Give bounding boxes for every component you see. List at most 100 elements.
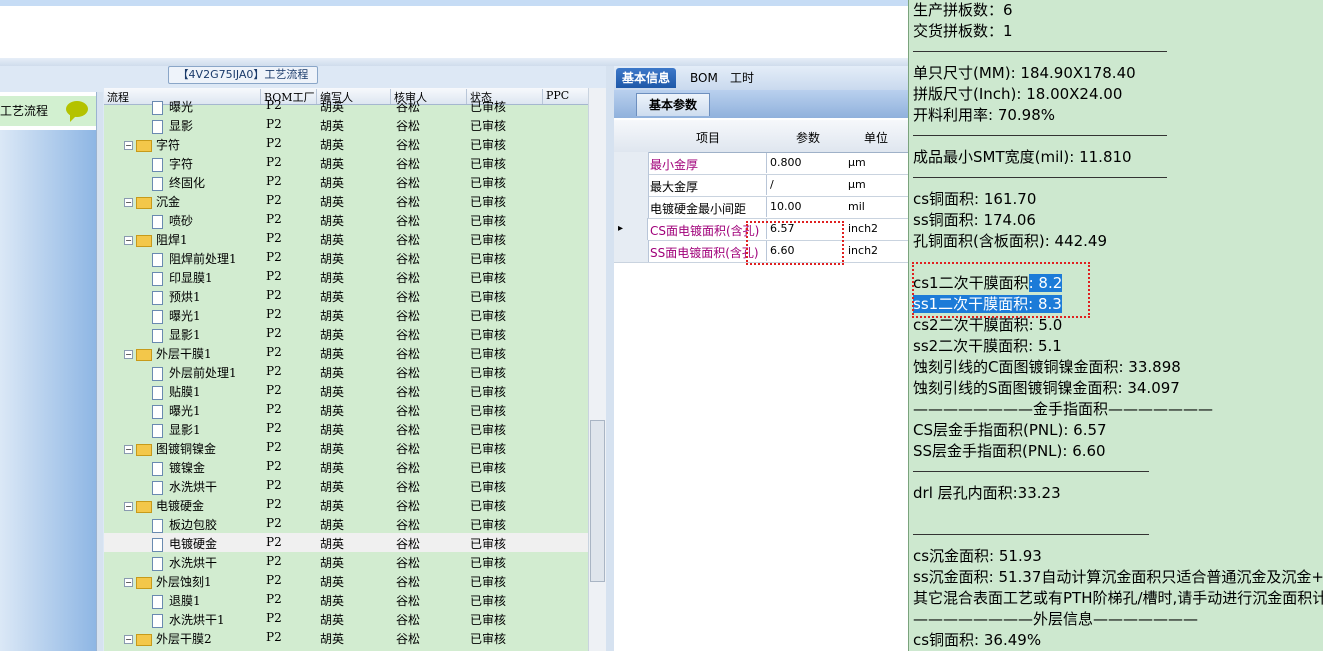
tree-cell-bom: P2	[266, 364, 282, 378]
tree-row-name[interactable]: 退膜1	[152, 592, 201, 609]
param-value-cell[interactable]: 0.800	[766, 153, 845, 173]
vertical-splitter-right[interactable]	[606, 66, 614, 651]
tree-row-name[interactable]: 水洗烘干1	[152, 611, 225, 628]
info-line: 拼版尺寸(Inch): 18.00X24.00	[913, 83, 1122, 104]
chat-bubble-icon[interactable]	[66, 101, 88, 122]
tree-row-name[interactable]: − 阻焊1	[124, 231, 188, 248]
tree-cell-status: 已审核	[470, 480, 507, 494]
tree-row[interactable]: − 外层干膜2 P2 胡英 谷松 已审核	[104, 628, 588, 647]
collapse-icon[interactable]: −	[124, 350, 133, 359]
tree-row[interactable]: 水洗烘干 P2 胡英 谷松 已审核	[104, 476, 588, 495]
collapse-icon[interactable]: −	[124, 198, 133, 207]
tree-scrollbar-thumb[interactable]	[590, 420, 605, 582]
tree-row-name[interactable]: 贴膜1	[152, 383, 201, 400]
tree-row[interactable]: 贴膜1 P2 胡英 谷松 已审核	[104, 381, 588, 400]
tree-row[interactable]: 终固化 P2 胡英 谷松 已审核	[104, 172, 588, 191]
tree-row[interactable]: 曝光 P2 胡英 谷松 已审核	[104, 96, 588, 115]
tree-cell-status: 已审核	[470, 518, 507, 532]
tree-row-name[interactable]: 显影	[152, 117, 193, 134]
tree-cell-reviewer: 谷松	[396, 138, 421, 152]
tree-row[interactable]: 曝光1 P2 胡英 谷松 已审核	[104, 305, 588, 324]
row-selector[interactable]	[614, 196, 649, 218]
row-selector[interactable]	[614, 240, 649, 262]
tree-row[interactable]: − 沉金 P2 胡英 谷松 已审核	[104, 191, 588, 210]
grid-header-value[interactable]: 参数	[796, 129, 820, 146]
tree-row-name[interactable]: − 外层干膜2	[124, 630, 212, 647]
tree-row-name[interactable]: 字符	[152, 155, 193, 172]
tree-row-name[interactable]: − 外层干膜1	[124, 345, 212, 362]
tree-row-name[interactable]: 显影1	[152, 421, 201, 438]
subtab-basic-params[interactable]: 基本参数	[636, 93, 711, 116]
tab-labor-hours[interactable]: 工时	[724, 68, 760, 88]
tree-row[interactable]: 阻焊前处理1 P2 胡英 谷松 已审核	[104, 248, 588, 267]
tree-row[interactable]: 镀镍金 P2 胡英 谷松 已审核	[104, 457, 588, 476]
tree-row-name[interactable]: 显影1	[152, 326, 201, 343]
tree-row[interactable]: 显影1 P2 胡英 谷松 已审核	[104, 324, 588, 343]
tree-row[interactable]: 板边包胶 P2 胡英 谷松 已审核	[104, 514, 588, 533]
row-selector[interactable]	[614, 152, 649, 174]
tree-row[interactable]: 印显膜1 P2 胡英 谷松 已审核	[104, 267, 588, 286]
tree-row-name[interactable]: − 外层蚀刻1	[124, 573, 212, 590]
tree-row[interactable]: 显影 P2 胡英 谷松 已审核	[104, 115, 588, 134]
tree-row[interactable]: − 图镀铜镍金 P2 胡英 谷松 已审核	[104, 438, 588, 457]
row-selector[interactable]	[614, 174, 649, 196]
tree-row[interactable]: 水洗烘干 P2 胡英 谷松 已审核	[104, 552, 588, 571]
tree-row-name[interactable]: 曝光	[152, 98, 193, 115]
tree-row-name[interactable]: 外层前处理1	[152, 364, 237, 381]
tree-cell-writer: 胡英	[320, 404, 345, 418]
tree-row[interactable]: 电镀硬金 P2 胡英 谷松 已审核	[104, 533, 588, 552]
tree-row-name[interactable]: 喷砂	[152, 212, 193, 229]
tree-row[interactable]: 喷砂 P2 胡英 谷松 已审核	[104, 210, 588, 229]
tree-row-name[interactable]: 水洗烘干	[152, 554, 217, 571]
tree-cell-bom: P2	[266, 402, 282, 416]
param-value-cell[interactable]: 10.00	[766, 197, 845, 217]
param-value-cell[interactable]: /	[766, 175, 845, 195]
tree-row-name[interactable]: − 图镀铜镍金	[124, 440, 216, 457]
tree-cell-writer: 胡英	[320, 366, 345, 380]
collapse-icon[interactable]: −	[124, 635, 133, 644]
collapse-icon[interactable]: −	[124, 141, 133, 150]
tree-row[interactable]: 曝光1 P2 胡英 谷松 已审核	[104, 400, 588, 419]
tree-row[interactable]: 外层前处理1 P2 胡英 谷松 已审核	[104, 362, 588, 381]
tree-row[interactable]: − 外层蚀刻1 P2 胡英 谷松 已审核	[104, 571, 588, 590]
document-icon	[152, 271, 163, 286]
collapse-icon[interactable]: −	[124, 578, 133, 587]
tree-row-name[interactable]: 水洗烘干	[152, 478, 217, 495]
row-selector[interactable]: ▸	[614, 218, 648, 240]
tree-row[interactable]: 退膜1 P2 胡英 谷松 已审核	[104, 590, 588, 609]
tree-row-name[interactable]: − 字符	[124, 136, 180, 153]
collapse-icon[interactable]: −	[124, 236, 133, 245]
vertical-splitter-left[interactable]	[97, 92, 103, 651]
tree-row[interactable]: 水洗烘干1 P2 胡英 谷松 已审核	[104, 609, 588, 628]
tree-row-name[interactable]: 电镀硬金	[152, 535, 217, 552]
tree-row-name[interactable]: 预烘1	[152, 288, 201, 305]
tree-row[interactable]: − 阻焊1 P2 胡英 谷松 已审核	[104, 229, 588, 248]
tree-row-name[interactable]: 阻焊前处理1	[152, 250, 237, 267]
tree-row[interactable]: − 电镀硬金 P2 胡英 谷松 已审核	[104, 495, 588, 514]
left-nav-label[interactable]: 工艺流程	[0, 102, 48, 119]
tree-row-name[interactable]: 镀镍金	[152, 459, 205, 476]
collapse-icon[interactable]: −	[124, 445, 133, 454]
tree-row-name[interactable]: − 沉金	[124, 193, 180, 210]
document-icon	[152, 214, 163, 229]
grid-header-unit[interactable]: 单位	[864, 129, 888, 146]
tree-row[interactable]: 预烘1 P2 胡英 谷松 已审核	[104, 286, 588, 305]
tree-row-label: 印显膜1	[169, 271, 213, 285]
tab-basic-info[interactable]: 基本信息	[616, 68, 677, 88]
tree-row-name[interactable]: 印显膜1	[152, 269, 213, 286]
tree-cell-writer: 胡英	[320, 575, 345, 589]
tab-bom[interactable]: BOM	[684, 68, 724, 88]
tree-row-name[interactable]: − 电镀硬金	[124, 497, 204, 514]
collapse-icon[interactable]: −	[124, 502, 133, 511]
tree-row-name[interactable]: 终固化	[152, 174, 205, 191]
param-name: 电镀硬金最小间距	[650, 202, 747, 216]
tree-row[interactable]: − 字符 P2 胡英 谷松 已审核	[104, 134, 588, 153]
grid-header-item[interactable]: 项目	[696, 129, 720, 146]
tree-row-name[interactable]: 曝光1	[152, 402, 201, 419]
horizontal-splitter[interactable]	[0, 58, 908, 66]
tree-row[interactable]: 字符 P2 胡英 谷松 已审核	[104, 153, 588, 172]
tree-row[interactable]: 显影1 P2 胡英 谷松 已审核	[104, 419, 588, 438]
tree-row-name[interactable]: 板边包胶	[152, 516, 217, 533]
tree-row-name[interactable]: 曝光1	[152, 307, 201, 324]
tree-row[interactable]: − 外层干膜1 P2 胡英 谷松 已审核	[104, 343, 588, 362]
